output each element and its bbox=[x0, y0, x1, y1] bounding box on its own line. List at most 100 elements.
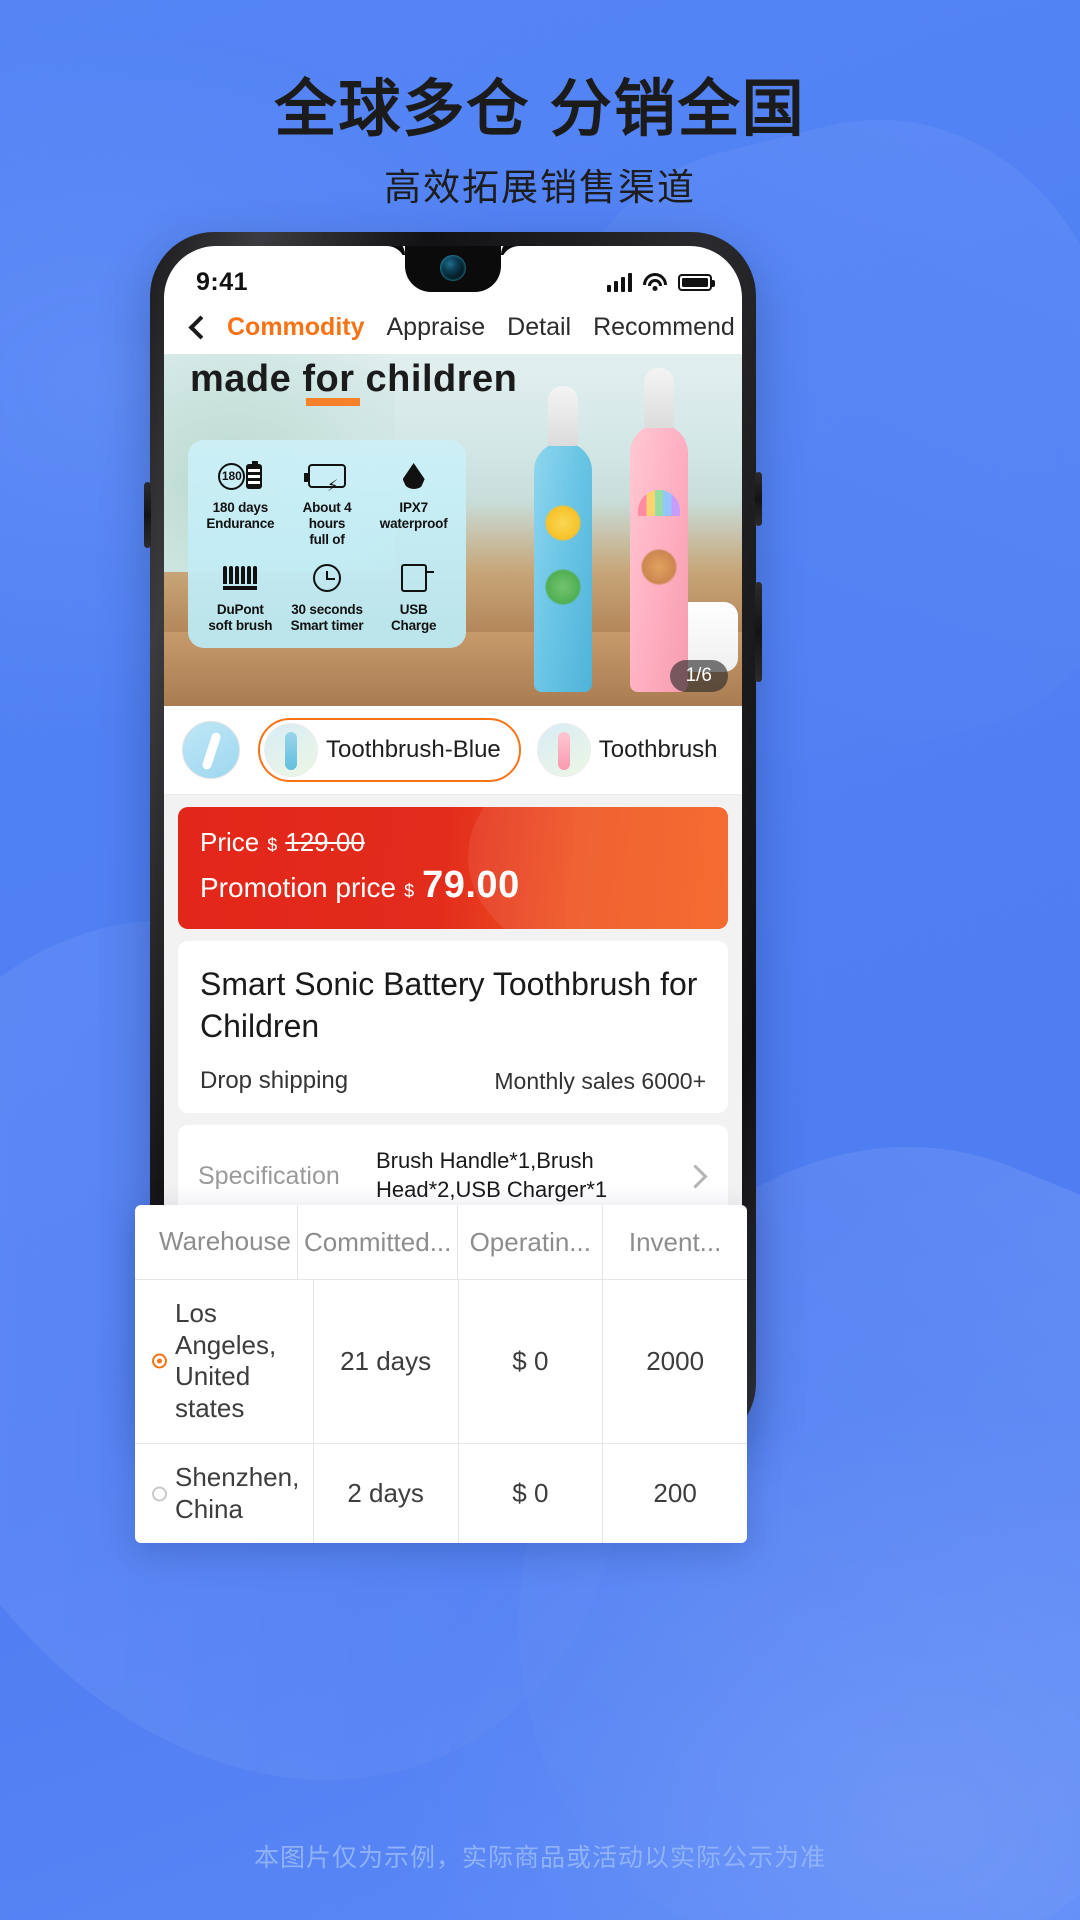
feature-waterproof-line2: waterproof bbox=[379, 515, 448, 531]
clock-icon bbox=[285, 558, 370, 598]
price-banner: Price $ 129.00 Promotion price $ 79.00 bbox=[178, 807, 728, 929]
committed-days-cell: 21 days bbox=[312, 1280, 458, 1443]
sticker-bear-pink bbox=[638, 546, 680, 588]
promotion-currency: $ bbox=[404, 881, 415, 901]
footer-disclaimer: 本图片仅为示例，实际商品或活动以实际公示为准 bbox=[253, 1844, 826, 1872]
feature-usb-line2: Charge bbox=[391, 617, 437, 633]
specification-key: Specification bbox=[198, 1161, 340, 1190]
promotion-price-row: Promotion price $ 79.00 bbox=[200, 864, 706, 907]
variant-image-blue bbox=[264, 723, 318, 777]
sticker-dino-blue bbox=[542, 566, 584, 608]
toothbrush-pink-product bbox=[630, 368, 688, 692]
variant-option-toothbrush-pink[interactable]: Toothbrush bbox=[530, 718, 738, 782]
phone-right-button-volume bbox=[755, 472, 762, 526]
column-header-committed: Committed... bbox=[297, 1205, 457, 1279]
warehouse-name-cell: Los Angeles, United states bbox=[135, 1280, 313, 1443]
feature-endurance: 180 180 days Endurance bbox=[198, 456, 283, 548]
cellular-signal-icon bbox=[606, 272, 632, 292]
front-camera-icon bbox=[440, 255, 466, 281]
warehouse-name-text: Shenzhen, China bbox=[175, 1461, 300, 1524]
feature-endurance-line1: 180 days bbox=[212, 500, 269, 515]
product-image-carousel[interactable]: made for children 180 180 days Endurance… bbox=[164, 354, 742, 706]
sticker-rainbow-pink bbox=[638, 490, 680, 516]
charging-battery-icon bbox=[285, 456, 370, 496]
warehouse-name-cell: Shenzhen, China bbox=[135, 1444, 313, 1543]
feature-charge-time-line1: About 4 hours bbox=[302, 500, 352, 531]
product-meta-row: Drop shipping Monthly sales 6000+ bbox=[200, 1067, 706, 1095]
chevron-right-icon bbox=[683, 1164, 708, 1189]
hero-banner-text: made for children bbox=[190, 358, 518, 400]
tab-appraise[interactable]: Appraise bbox=[376, 313, 497, 342]
warehouse-name-text: Los Angeles, United states bbox=[175, 1298, 277, 1424]
inventory-cell: 2000 bbox=[602, 1280, 747, 1443]
top-navigation-bar: Commodity Appraise Detail Recommend bbox=[164, 304, 742, 354]
table-row[interactable]: Los Angeles, United states 21 days $ 0 2… bbox=[135, 1279, 747, 1443]
battery-full-icon bbox=[678, 273, 715, 291]
monthly-sales-label: Monthly sales 6000+ bbox=[494, 1067, 706, 1094]
feature-usb: USB Charge bbox=[371, 558, 456, 634]
feature-usb-line1: USB bbox=[399, 601, 428, 617]
carousel-page-indicator: 1/6 bbox=[669, 660, 728, 692]
promo-subheadline: 高效拓展销售渠道 bbox=[384, 167, 696, 209]
feature-waterproof-line1: IPX7 bbox=[399, 500, 428, 515]
status-bar-indicators bbox=[606, 272, 715, 292]
feature-timer: 30 seconds Smart timer bbox=[285, 558, 370, 634]
feature-charge-time: About 4 hours full of bbox=[285, 456, 370, 548]
promo-headline: 全球多仓 分销全国 bbox=[274, 75, 806, 144]
back-chevron-icon[interactable] bbox=[184, 314, 210, 340]
column-header-operating: Operatin... bbox=[457, 1205, 602, 1279]
feature-bristles-line1: DuPont bbox=[216, 601, 264, 617]
column-header-inventory: Invent... bbox=[602, 1205, 747, 1279]
usb-charge-icon bbox=[371, 558, 456, 598]
promotion-price-value: 79.00 bbox=[422, 864, 520, 906]
specification-value: Brush Handle*1,Brush Head*2,USB Charger*… bbox=[376, 1148, 608, 1203]
feature-endurance-line2: Endurance bbox=[206, 515, 275, 531]
tab-commodity[interactable]: Commodity bbox=[216, 313, 376, 342]
price-currency: $ bbox=[267, 835, 278, 855]
operating-cost-cell: $ 0 bbox=[457, 1280, 603, 1443]
operating-cost-cell: $ 0 bbox=[457, 1443, 603, 1544]
variant-thumb-plain[interactable] bbox=[182, 721, 240, 779]
promo-heading-block: 全球多仓 分销全国 高效拓展销售渠道 bbox=[0, 74, 1080, 211]
sticker-star-blue bbox=[542, 502, 584, 544]
product-title-card: Smart Sonic Battery Toothbrush for Child… bbox=[178, 941, 728, 1114]
bristles-icon bbox=[198, 558, 283, 598]
wifi-icon bbox=[643, 273, 667, 291]
original-price-row: Price $ 129.00 bbox=[200, 827, 706, 858]
phone-left-button bbox=[144, 482, 151, 548]
feature-waterproof: IPX7 waterproof bbox=[371, 456, 456, 548]
radio-selected-icon[interactable] bbox=[152, 1353, 167, 1369]
table-header-row: Warehouse Committed... Operatin... Inven… bbox=[135, 1205, 747, 1279]
column-header-warehouse: Warehouse bbox=[159, 1226, 291, 1257]
toothbrush-blue-product bbox=[534, 386, 592, 692]
tab-recommend[interactable]: Recommend bbox=[582, 313, 742, 342]
water-drop-icon bbox=[371, 456, 456, 496]
hero-text-underline bbox=[306, 398, 360, 406]
variant-label-pink: Toothbrush bbox=[598, 736, 718, 763]
feature-highlights-panel: 180 180 days Endurance About 4 hours ful… bbox=[188, 440, 466, 648]
variant-label-blue: Toothbrush-Blue bbox=[326, 736, 501, 763]
variant-selector-strip[interactable]: Toothbrush-Blue Toothbrush bbox=[164, 706, 742, 795]
brush-head-blue bbox=[548, 386, 578, 446]
feature-timer-line1: 30 seconds bbox=[291, 601, 363, 617]
price-label: Price bbox=[200, 827, 260, 857]
radio-unselected-icon[interactable] bbox=[152, 1486, 167, 1502]
warehouse-comparison-table[interactable]: Warehouse Committed... Operatin... Inven… bbox=[135, 1205, 747, 1544]
phone-right-button-power bbox=[755, 582, 762, 682]
variant-option-toothbrush-blue[interactable]: Toothbrush-Blue bbox=[258, 718, 521, 782]
feature-charge-time-line2: full of bbox=[309, 531, 345, 547]
original-price-value: 129.00 bbox=[285, 827, 365, 857]
committed-days-cell: 2 days bbox=[312, 1443, 458, 1544]
status-bar-time: 9:41 bbox=[196, 267, 249, 296]
promotion-price-label: Promotion price bbox=[200, 872, 397, 903]
tab-detail[interactable]: Detail bbox=[496, 313, 582, 342]
feature-timer-line2: Smart timer bbox=[290, 617, 364, 633]
brush-head-pink bbox=[644, 368, 674, 428]
table-row[interactable]: Shenzhen, China 2 days $ 0 200 bbox=[135, 1442, 747, 1544]
drop-shipping-label: Drop shipping bbox=[200, 1067, 349, 1095]
battery-180-icon: 180 bbox=[198, 456, 283, 496]
feature-bristles-line2: soft brush bbox=[208, 617, 273, 633]
variant-image-pink bbox=[536, 723, 591, 777]
feature-bristles: DuPont soft brush bbox=[198, 558, 283, 634]
inventory-cell: 200 bbox=[602, 1443, 747, 1544]
